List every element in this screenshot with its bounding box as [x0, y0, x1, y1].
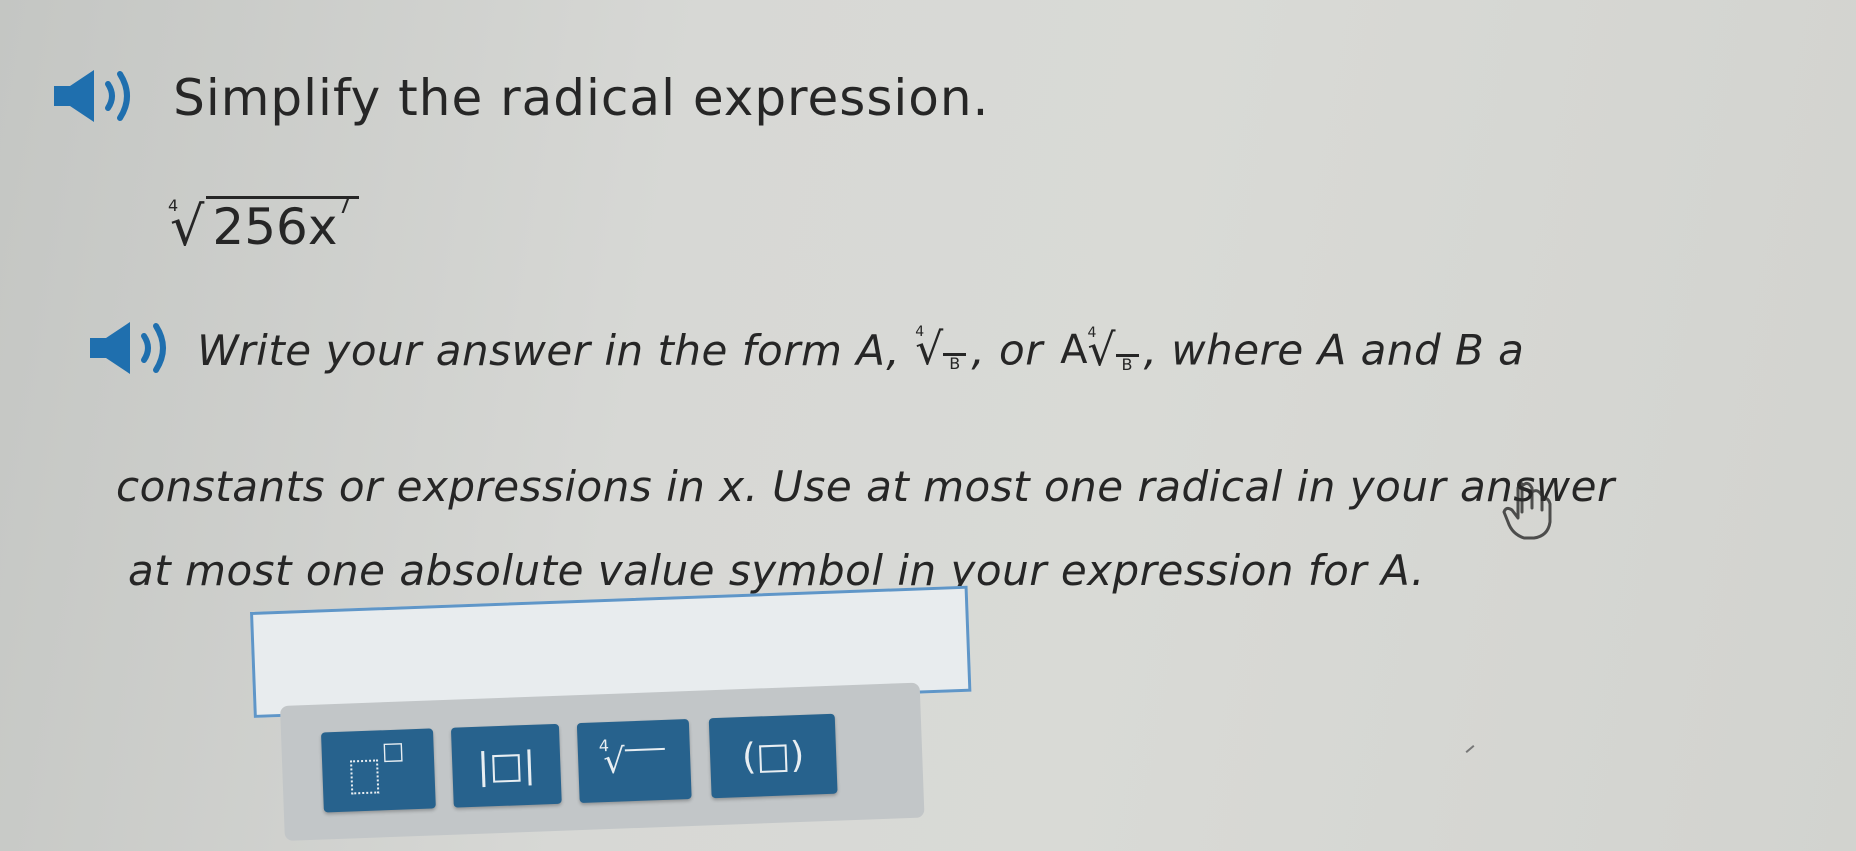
speaker-icon-2[interactable]	[86, 318, 186, 382]
parentheses-button[interactable]: (□)	[708, 713, 838, 799]
absolute-value-icon: |□|	[476, 744, 537, 788]
absolute-value-button[interactable]: |□|	[450, 723, 562, 808]
scratch-mark	[1465, 745, 1475, 753]
form-root-b: 4 √ B	[915, 324, 967, 372]
instructions-line-1: Write your answer in the form A, 4 √ B ,…	[86, 318, 1524, 382]
instruction-text-1b: , where A and B a	[1143, 325, 1525, 375]
radicand: 256x	[212, 198, 338, 256]
exponent-button[interactable]: □	[320, 728, 436, 813]
radical-template-icon: 4 √	[598, 736, 666, 782]
radical-expression: 4 √ 256x7	[168, 194, 360, 257]
form-a-root-b: A 4 √ B	[1060, 325, 1139, 373]
fourth-root-button[interactable]: 4 √	[576, 719, 692, 804]
parentheses-icon: (□)	[741, 734, 805, 778]
prompt-text: Simplify the radical expression.	[173, 69, 990, 127]
exponent: 7	[337, 194, 352, 219]
instructions-line-3: at most one absolute value symbol in you…	[128, 546, 1425, 595]
superscript-template-icon: □	[348, 736, 410, 796]
math-toolbar: □ |□| 4 √ (□)	[280, 682, 925, 841]
instructions-line-2: constants or expressions in x. Use at mo…	[116, 462, 1615, 511]
radical-index: 4	[168, 196, 179, 215]
instruction-text-1a: Write your answer in the form A,	[197, 325, 901, 375]
speaker-icon[interactable]	[50, 66, 150, 130]
or-text: , or	[971, 325, 1043, 375]
hand-cursor-icon	[1500, 478, 1560, 548]
prompt-row: Simplify the radical expression.	[50, 66, 989, 130]
